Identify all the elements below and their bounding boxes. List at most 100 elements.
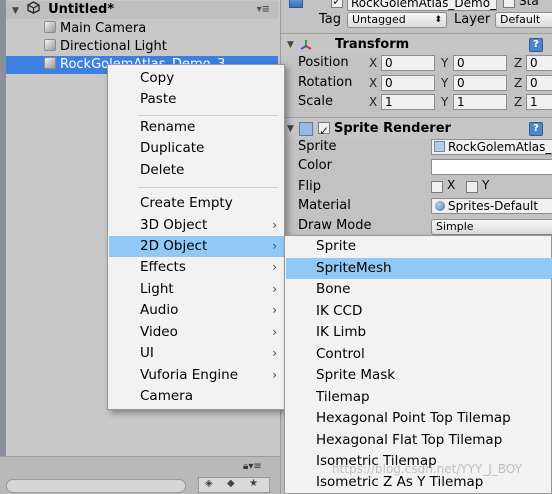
menu-item-copy[interactable]: Copy [109, 68, 285, 89]
submenu-item-sprite-mask[interactable]: Sprite Mask [286, 365, 552, 386]
rotation-y-field[interactable]: 0 [453, 75, 507, 91]
submenu-item-label: Sprite [316, 238, 357, 254]
menu-item-label: Copy [140, 70, 175, 86]
foldout-arrow-icon[interactable]: ▼ [287, 34, 294, 56]
flip-x-checkbox[interactable] [431, 181, 443, 193]
menu-item-create-empty[interactable]: Create Empty [109, 193, 285, 214]
horizontal-scrollbar[interactable] [6, 479, 186, 493]
object-name-field[interactable]: RockGolemAtlas_Demo_ [347, 0, 497, 11]
foldout-arrow-icon[interactable]: ▼ [287, 118, 294, 140]
hierarchy-item-main-camera[interactable]: Main Camera [6, 20, 278, 38]
x-axis-label: X [369, 95, 378, 109]
y-axis-label: Y [441, 76, 449, 90]
sprite-renderer-title: Sprite Renderer [334, 121, 451, 136]
lock-icon[interactable]: 🔒︎▾≡ [243, 461, 262, 472]
draw-mode-dropdown[interactable]: Simple [431, 219, 552, 235]
menu-item-label: Light [140, 281, 174, 297]
tag-dropdown[interactable]: Untagged ⬍ [347, 12, 447, 28]
hierarchy-item-label: Main Camera [60, 21, 147, 36]
submenu-item-hexagonal-flat-top-tilemap[interactable]: Hexagonal Flat Top Tilemap [286, 430, 552, 451]
scene-view-edge [0, 0, 6, 494]
rotation-label: Rotation [298, 75, 353, 90]
scale-z-field[interactable]: 1 [526, 94, 552, 110]
layer-dropdown[interactable]: Default [495, 12, 552, 28]
gameobject-cube-icon [44, 57, 56, 69]
menu-item-camera[interactable]: Camera [109, 386, 285, 407]
sprite-renderer-header[interactable]: ▼ Sprite Renderer ? [281, 117, 552, 142]
draw-mode-value: Simple [436, 220, 474, 233]
menu-item-label: UI [140, 345, 154, 361]
menu-item-paste[interactable]: Paste [109, 89, 285, 110]
submenu-item-tilemap[interactable]: Tilemap [286, 387, 552, 408]
foldout-arrow-icon[interactable]: ▼ [12, 2, 22, 20]
flip-y-label: Y [482, 178, 490, 192]
sprite-renderer-icon [299, 122, 313, 136]
submenu-item-sprite[interactable]: Sprite [286, 236, 552, 257]
sprite-renderer-enabled-checkbox[interactable] [318, 120, 330, 142]
menu-item-audio[interactable]: Audio › [109, 300, 285, 321]
scale-label: Scale [298, 94, 333, 109]
submenu-item-bone[interactable]: Bone [286, 279, 552, 300]
static-checkbox[interactable] [503, 0, 515, 8]
gameobject-cube-icon [44, 39, 56, 51]
dropdown-arrow-icon: ⬍ [434, 15, 442, 25]
submenu-arrow-icon: › [272, 260, 277, 274]
menu-item-2d-object[interactable]: 2D Object › [109, 236, 285, 257]
kebab-menu-icon[interactable]: ▾≡ [257, 1, 270, 19]
submenu-arrow-icon: › [272, 368, 277, 382]
menu-item-label: Audio [140, 302, 179, 318]
scale-x-field[interactable]: 1 [381, 94, 435, 110]
submenu-item-control[interactable]: Control [286, 344, 552, 365]
sprite-field[interactable]: RockGolemAtlas_ [431, 139, 552, 155]
menu-item-light[interactable]: Light › [109, 279, 285, 300]
menu-item-label: Vuforia Engine [140, 367, 239, 383]
transform-header[interactable]: ▼ Transform ? [281, 33, 552, 55]
menu-item-label: Create Empty [140, 195, 233, 211]
menu-item-video[interactable]: Video › [109, 322, 285, 343]
submenu-item-label: SpriteMesh [316, 260, 392, 276]
material-field[interactable]: Sprites-Default [431, 198, 552, 214]
submenu-item-label: Control [316, 346, 365, 362]
submenu-item-ik-limb[interactable]: IK Limb [286, 322, 552, 343]
menu-item-ui[interactable]: UI › [109, 343, 285, 364]
menu-item-3d-object[interactable]: 3D Object › [109, 215, 285, 236]
submenu-item-spritemesh[interactable]: SpriteMesh [286, 258, 552, 279]
menu-item-label: Camera [140, 388, 193, 404]
rotation-z-field[interactable]: 0 [526, 75, 552, 91]
submenu-arrow-icon: › [272, 325, 277, 339]
menu-item-label: 2D Object [140, 238, 208, 254]
help-icon[interactable]: ? [529, 122, 543, 136]
position-y-field[interactable]: 0 [453, 55, 507, 71]
submenu-item-ik-ccd[interactable]: IK CCD [286, 301, 552, 322]
position-x-field[interactable]: 0 [381, 55, 435, 71]
layers-icon[interactable]: ◈ [205, 478, 213, 489]
menu-item-duplicate[interactable]: Duplicate [109, 138, 285, 159]
star-icon[interactable]: ★ [249, 478, 258, 489]
help-icon[interactable]: ? [529, 38, 543, 52]
menu-item-label: Paste [140, 91, 177, 107]
color-label: Color [298, 158, 332, 173]
y-axis-label: Y [441, 95, 449, 109]
material-sphere-icon [435, 201, 445, 211]
tag-icon[interactable]: ◆ [227, 478, 235, 489]
hierarchy-item-directional-light[interactable]: Directional Light [6, 38, 278, 56]
color-swatch[interactable] [431, 159, 552, 175]
position-z-field[interactable]: 0 [526, 55, 552, 71]
menu-item-effects[interactable]: Effects › [109, 257, 285, 278]
context-menu: Copy Paste Rename Duplicate Delete Creat… [107, 64, 285, 410]
menu-item-vuforia-engine[interactable]: Vuforia Engine › [109, 365, 285, 386]
menu-item-label: Video [140, 324, 178, 340]
submenu-arrow-icon: › [272, 282, 277, 296]
scene-header-row[interactable]: ▼ Untitled* ▾≡ [6, 1, 278, 19]
menu-item-delete[interactable]: Delete [109, 160, 285, 181]
rotation-x-field[interactable]: 0 [381, 75, 435, 91]
menu-item-label: Effects [140, 259, 186, 275]
hierarchy-item-label: Directional Light [60, 39, 167, 54]
submenu-item-label: IK CCD [316, 303, 363, 319]
flip-y-checkbox[interactable] [466, 181, 478, 193]
active-checkbox[interactable] [331, 0, 343, 8]
sprite-label: Sprite [298, 139, 337, 154]
scale-y-field[interactable]: 1 [453, 94, 507, 110]
submenu-item-hexagonal-point-top-tilemap[interactable]: Hexagonal Point Top Tilemap [286, 408, 552, 429]
menu-item-rename[interactable]: Rename [109, 117, 285, 138]
